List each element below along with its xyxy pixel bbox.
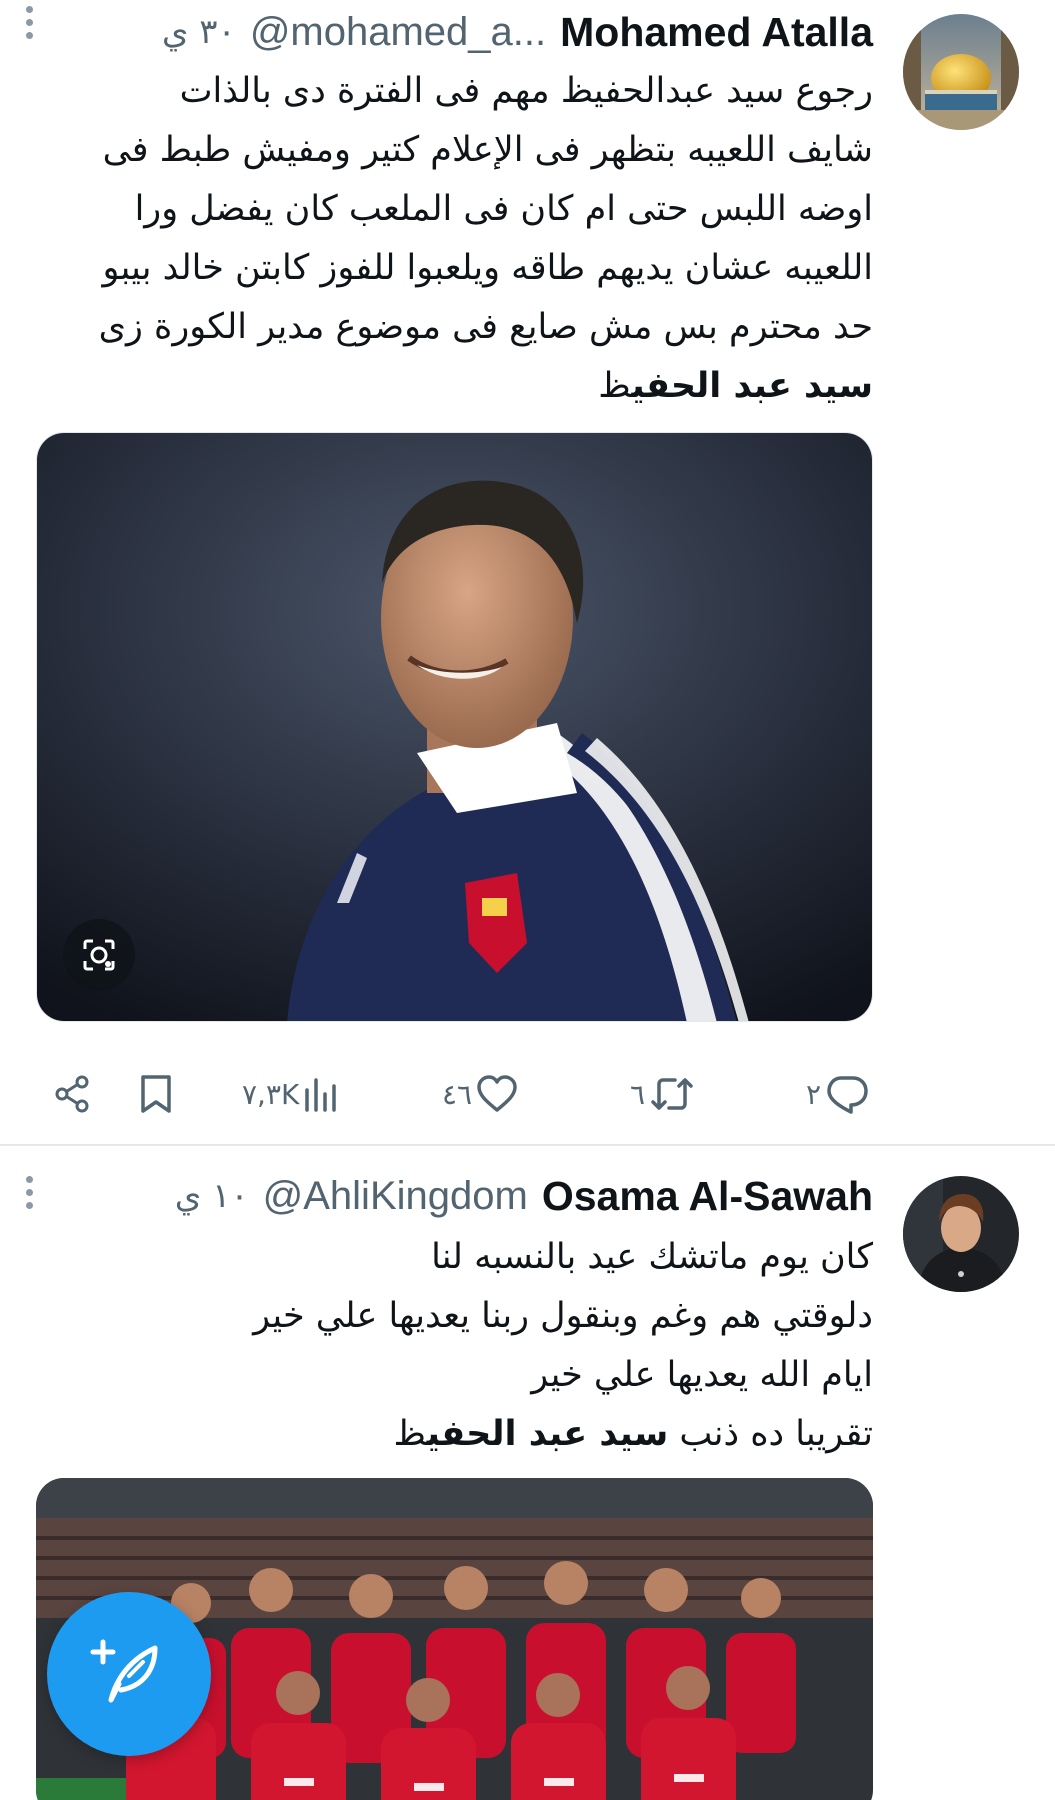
tweet-header: Mohamed Atalla @mohamed_a... ٣٠ ي — [36, 8, 873, 56]
tweet-actions: ٧,٣K ٤٦ ٦ ٢ — [52, 1066, 877, 1122]
tweet-text-fragment: تقريبا ده ذنب — [668, 1414, 873, 1454]
tweet-text-line: سيد عبد الحفيظ — [36, 357, 873, 416]
repost-button[interactable]: ٦ — [630, 1066, 695, 1122]
tweet-text: رجوع سيد عبدالحفيظ مهم فى الفترة دى بالذ… — [36, 62, 873, 416]
views-button[interactable]: ٧,٣K — [242, 1066, 341, 1122]
display-name[interactable]: Osama Al-Sawah — [542, 1173, 873, 1220]
tweet-text-line: حد محترم بس مش صايع فى موضوع مدير الكورة… — [98, 307, 873, 347]
tweet-text-line: رجوع سيد عبدالحفيظ مهم فى الفترة دى بالذ… — [179, 71, 873, 111]
tweet[interactable]: Mohamed Atalla @mohamed_a... ٣٠ ي رجوع س… — [0, 0, 1055, 1146]
more-vertical-icon[interactable] — [18, 6, 40, 46]
tweet-image[interactable] — [36, 432, 873, 1022]
views-icon — [303, 1074, 341, 1114]
user-handle[interactable]: @mohamed_a... — [250, 10, 546, 55]
reply-icon — [825, 1074, 869, 1114]
timestamp[interactable]: ١٠ ي — [175, 1176, 249, 1216]
like-icon — [476, 1074, 518, 1114]
tweet-text: كان يوم ماتشك عيد بالنسبه لنا دلوقتي هم … — [36, 1228, 873, 1464]
avatar[interactable] — [903, 14, 1019, 130]
like-count: ٤٦ — [442, 1077, 473, 1111]
repost-icon — [649, 1074, 695, 1114]
tweet-text-fragment: ظ — [598, 366, 632, 406]
tweet-header: Osama Al-Sawah @AhliKingdom ١٠ ي — [36, 1172, 873, 1220]
avatar[interactable] — [903, 1176, 1019, 1292]
bookmark-button[interactable] — [138, 1066, 174, 1122]
compose-post-icon — [89, 1632, 169, 1716]
share-icon — [52, 1074, 92, 1114]
reply-count: ٢ — [806, 1077, 822, 1111]
tweet-text-line: اللعيبه عشان يديهم طاقه ويلعبوا للفوز كا… — [102, 248, 874, 288]
more-vertical-icon[interactable] — [18, 1176, 40, 1216]
like-button[interactable]: ٤٦ — [442, 1066, 518, 1122]
compose-post-button[interactable] — [47, 1592, 211, 1756]
repost-count: ٦ — [630, 1077, 646, 1111]
tweet-text-line: ايام الله يعديها علي خير — [531, 1355, 873, 1395]
share-button[interactable] — [52, 1066, 92, 1122]
display-name[interactable]: Mohamed Atalla — [560, 9, 873, 56]
reply-button[interactable]: ٢ — [806, 1066, 869, 1122]
tweet-text-line: دلوقتي هم وغم وبنقول ربنا يعديها علي خير — [253, 1296, 873, 1336]
hashtag-link[interactable]: سيد عبد الحفي — [427, 1414, 669, 1454]
tweet-text-line: اوضه اللبس حتى ام كان فى الملعب كان يفضل… — [134, 189, 873, 229]
tweet-text-line: شايف اللعيبه بتظهر فى الإعلام كتير ومفيش… — [102, 130, 873, 170]
tweet-text-fragment: ظ — [393, 1414, 427, 1454]
tweet-text-line: كان يوم ماتشك عيد بالنسبه لنا — [431, 1237, 873, 1277]
views-count: ٧,٣K — [242, 1077, 300, 1111]
tweet-text-line: تقريبا ده ذنب سيد عبد الحفيظ — [36, 1405, 873, 1464]
image-search-icon[interactable] — [63, 919, 135, 991]
bookmark-icon — [138, 1074, 174, 1114]
hashtag-link[interactable]: سيد عبد الحفي — [631, 366, 873, 406]
user-handle[interactable]: @AhliKingdom — [263, 1174, 528, 1219]
timestamp[interactable]: ٣٠ ي — [162, 12, 236, 52]
